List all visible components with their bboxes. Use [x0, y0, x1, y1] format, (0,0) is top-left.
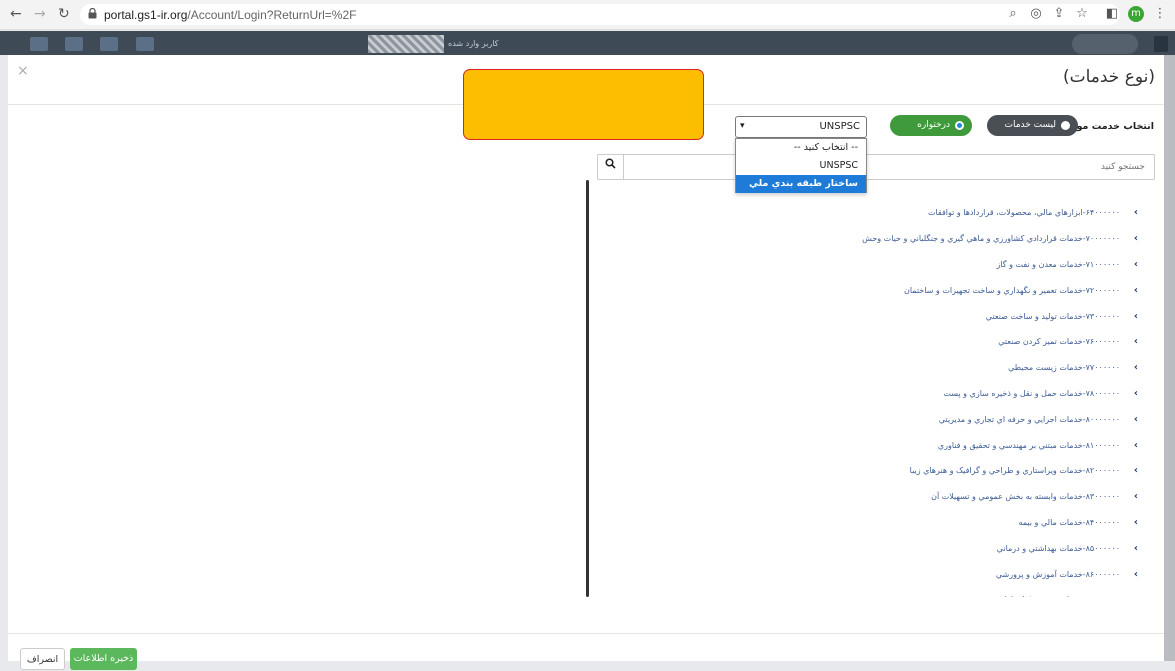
tree-item-label: ۷۸۰۰۰۰۰۰-خدمات حمل و نقل و ذخيره سازي و …: [943, 388, 1120, 398]
tree-item-label: ۷۳۰۰۰۰۰۰-خدمات توليد و ساخت صنعتي: [985, 311, 1120, 321]
side-panel-icon[interactable]: ◧: [1104, 6, 1120, 22]
tree-item-label: ۸۳۰۰۰۰۰۰-خدمات وابسته به بخش عمومي و تسه…: [931, 492, 1120, 502]
tree-view-radio[interactable]: درختواره: [890, 115, 972, 136]
dropdown-option-highlighted[interactable]: ساختار طبقه بندي ملي خدمات: [736, 175, 866, 207]
chevron-expand-icon[interactable]: ‹: [1126, 414, 1138, 425]
mail-icon[interactable]: [30, 37, 48, 51]
service-tree-list: ۶۴۰۰۰۰۰۰-ابزارهاي مالي، محصولات، قرارداد…: [598, 200, 1138, 597]
tree-item-label: ۷۲۰۰۰۰۰۰-خدمات تعمير و نگهداري و ساخت تج…: [903, 285, 1120, 295]
notification-bell-icon[interactable]: [100, 37, 118, 51]
page-backdrop-edge: [1164, 55, 1175, 661]
chevron-expand-icon[interactable]: ‹: [1126, 285, 1138, 296]
chevron-expand-icon[interactable]: ‹: [1126, 491, 1138, 502]
profile-avatar[interactable]: m: [1128, 6, 1144, 22]
chevron-down-icon: ▾: [740, 121, 745, 131]
tree-item-label: ۸۲۰۰۰۰۰۰-خدمات ويراستاري و طراحي و گرافي…: [909, 466, 1120, 476]
chevron-expand-icon[interactable]: ‹: [1126, 336, 1138, 347]
tree-item[interactable]: ۸۰۰۰۰۰۰۰-خدمات اجرايي و حرفه اي تجاري و …: [598, 406, 1138, 432]
chevron-expand-icon[interactable]: ‹: [1126, 594, 1138, 597]
classification-select[interactable]: UNSPSC ▾: [735, 116, 867, 138]
tree-item-label: ۸۵۰۰۰۰۰۰-خدمات بهداشتي و درماني: [996, 543, 1120, 553]
tree-item-label: ۸۰۰۰۰۰۰۰-خدمات اجرايي و حرفه اي تجاري و …: [938, 414, 1120, 424]
eye-off-icon[interactable]: ◎: [1028, 6, 1044, 22]
search-input[interactable]: [625, 155, 1153, 179]
tree-scrollbar[interactable]: [586, 180, 589, 597]
tree-item[interactable]: ۷۰۰۰۰۰۰۰-خدمات قراردادي کشاورزي و ماهي گ…: [598, 226, 1138, 252]
tree-item[interactable]: ۸۲۰۰۰۰۰۰-خدمات ويراستاري و طراحي و گرافي…: [598, 458, 1138, 484]
tree-item-label: ۹۰۰۰۰۰۰۰-خدمات سفر و غذا و اقامت: [993, 595, 1121, 597]
hamburger-menu-icon[interactable]: [1154, 36, 1168, 52]
radio-dot-icon: [1061, 121, 1070, 130]
tree-item-label: ۷۰۰۰۰۰۰۰-خدمات قراردادي کشاورزي و ماهي گ…: [862, 234, 1120, 244]
address-bar[interactable]: portal.gs1-ir.org/Account/Login?ReturnUr…: [80, 4, 1120, 25]
back-icon[interactable]: ←: [10, 6, 22, 22]
tree-item[interactable]: ۸۳۰۰۰۰۰۰-خدمات وابسته به بخش عمومي و تسه…: [598, 484, 1138, 510]
service-type-modal: × (نوع خدمات) انتخاب خدمت مورد نظر: لیست…: [8, 55, 1164, 670]
close-icon[interactable]: ×: [17, 63, 29, 79]
tree-view-label: درختواره: [917, 120, 950, 130]
dropdown-option[interactable]: UNSPSC: [736, 157, 866, 175]
tree-item-label: ۷۱۰۰۰۰۰۰-خدمات معدن و نفت و گاز: [996, 259, 1120, 269]
zoom-icon[interactable]: ⌕: [1005, 6, 1021, 22]
tree-item[interactable]: ۷۲۰۰۰۰۰۰-خدمات تعمير و نگهداري و ساخت تج…: [598, 277, 1138, 303]
classification-dropdown: -- انتخاب کنید -- UNSPSC ساختار طبقه بند…: [735, 138, 867, 207]
highlight-annotation-box: [463, 69, 704, 140]
logged-in-label: کاربر وارد شده: [448, 39, 499, 48]
tree-item-label: ۶۴۰۰۰۰۰۰-ابزارهاي مالي، محصولات، قرارداد…: [927, 208, 1120, 218]
forward-icon[interactable]: →: [34, 6, 46, 22]
tree-item-label: ۸۴۰۰۰۰۰۰-خدمات مالي و بيمه: [1018, 517, 1120, 527]
tree-item-label: ۷۶۰۰۰۰۰۰-خدمات تميز کردن صنعتي: [998, 337, 1120, 347]
radio-selected-icon: [955, 121, 964, 130]
share-icon[interactable]: ⇪: [1051, 6, 1067, 22]
search-bar: [597, 154, 1155, 180]
site-header: کاربر وارد شده: [0, 31, 1175, 55]
url-text: portal.gs1-ir.org/Account/Login?ReturnUr…: [104, 8, 357, 22]
cart-icon[interactable]: [136, 37, 154, 51]
dropdown-option[interactable]: -- انتخاب کنید --: [736, 139, 866, 157]
reload-icon[interactable]: ↻: [58, 6, 70, 22]
tree-item[interactable]: ۷۷۰۰۰۰۰۰-خدمات زيست محيطي ‹: [598, 355, 1138, 381]
footer-divider: [8, 633, 1164, 634]
chevron-expand-icon[interactable]: ‹: [1126, 362, 1138, 373]
chevron-expand-icon[interactable]: ‹: [1126, 233, 1138, 244]
user-name-redacted: [368, 35, 444, 53]
chevron-expand-icon[interactable]: ‹: [1126, 543, 1138, 554]
chevron-expand-icon[interactable]: ‹: [1126, 440, 1138, 451]
tree-item[interactable]: ۸۶۰۰۰۰۰۰-خدمات آموزش و پرورشي ‹: [598, 561, 1138, 587]
chevron-expand-icon[interactable]: ‹: [1126, 465, 1138, 476]
chevron-expand-icon[interactable]: ‹: [1126, 207, 1138, 218]
modal-title: (نوع خدمات): [1062, 67, 1155, 87]
wallet-icon[interactable]: [65, 37, 83, 51]
chevron-expand-icon[interactable]: ‹: [1126, 259, 1138, 270]
tree-item-label: ۸۶۰۰۰۰۰۰-خدمات آموزش و پرورشي: [995, 569, 1120, 579]
kebab-menu-icon[interactable]: ⋮: [1152, 6, 1168, 22]
tree-item-label: ۸۱۰۰۰۰۰۰-خدمات مبتني بر مهندسي و تحقيق و…: [937, 440, 1120, 450]
cancel-button[interactable]: انصراف: [20, 648, 65, 670]
tree-item[interactable]: ۷۸۰۰۰۰۰۰-خدمات حمل و نقل و ذخيره سازي و …: [598, 381, 1138, 407]
star-icon[interactable]: ☆: [1074, 6, 1090, 22]
tree-item[interactable]: ۸۱۰۰۰۰۰۰-خدمات مبتني بر مهندسي و تحقيق و…: [598, 432, 1138, 458]
search-button[interactable]: [598, 155, 624, 179]
tree-item[interactable]: ۷۱۰۰۰۰۰۰-خدمات معدن و نفت و گاز ‹: [598, 252, 1138, 278]
chevron-expand-icon[interactable]: ‹: [1126, 311, 1138, 322]
search-icon: [605, 158, 616, 169]
gs1-logo: [1072, 34, 1138, 54]
service-list-label: لیست خدمات: [1004, 120, 1056, 130]
chevron-expand-icon[interactable]: ‹: [1126, 388, 1138, 399]
service-list-radio[interactable]: لیست خدمات: [987, 115, 1078, 136]
lock-icon: [88, 8, 97, 19]
tree-item[interactable]: ۸۴۰۰۰۰۰۰-خدمات مالي و بيمه ‹: [598, 510, 1138, 536]
select-value: UNSPSC: [819, 121, 860, 132]
save-button[interactable]: ذخیره اطلاعات: [70, 648, 137, 670]
tree-item[interactable]: ۸۵۰۰۰۰۰۰-خدمات بهداشتي و درماني ‹: [598, 535, 1138, 561]
tree-item[interactable]: ۹۰۰۰۰۰۰۰-خدمات سفر و غذا و اقامت ‹: [598, 587, 1139, 597]
tree-item[interactable]: ۷۳۰۰۰۰۰۰-خدمات توليد و ساخت صنعتي ‹: [598, 303, 1138, 329]
chevron-expand-icon[interactable]: ‹: [1126, 517, 1138, 528]
chevron-expand-icon[interactable]: ‹: [1126, 569, 1138, 580]
browser-toolbar: ← → ↻ portal.gs1-ir.org/Account/Login?Re…: [0, 0, 1175, 30]
tree-item[interactable]: ۷۶۰۰۰۰۰۰-خدمات تميز کردن صنعتي ‹: [598, 329, 1138, 355]
tree-item-label: ۷۷۰۰۰۰۰۰-خدمات زيست محيطي: [1008, 363, 1120, 373]
tree-item[interactable]: ۶۴۰۰۰۰۰۰-ابزارهاي مالي، محصولات، قرارداد…: [598, 200, 1138, 226]
